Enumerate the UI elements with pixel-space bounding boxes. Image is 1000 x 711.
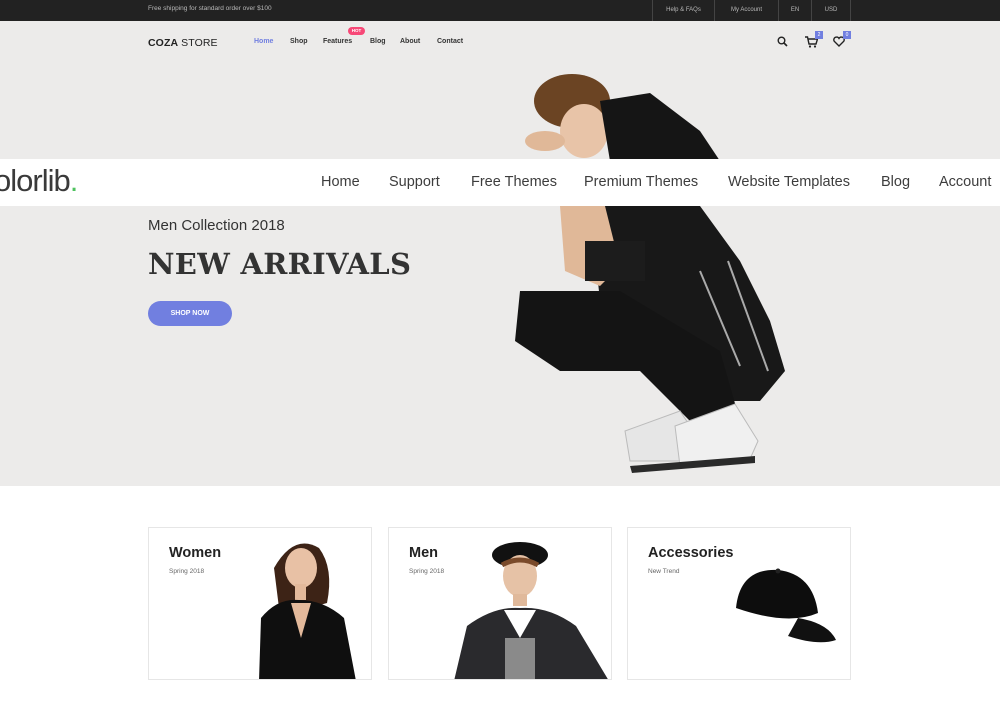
nav-shop[interactable]: Shop — [290, 38, 308, 45]
store-logo-bold: COZA — [148, 37, 179, 49]
women-model-image — [259, 543, 356, 679]
colorlib-logo-dot: . — [69, 163, 79, 198]
colorlib-nav-free-themes[interactable]: Free Themes — [471, 174, 557, 190]
accessories-cap-image — [736, 568, 836, 643]
nav-contact[interactable]: Contact — [437, 38, 463, 45]
currency-selector[interactable]: USD — [811, 0, 851, 21]
help-faqs-link[interactable]: Help & FAQs — [652, 0, 714, 21]
store-logo-rest: STORE — [178, 37, 218, 49]
category-card-women[interactable]: Women Spring 2018 — [148, 527, 372, 680]
shipping-notice: Free shipping for standard order over $1… — [148, 5, 272, 12]
hero-section: Men Collection 2018 NEW ARRIVALS SHOP NO… — [0, 21, 1000, 486]
nav-blog[interactable]: Blog — [370, 38, 386, 45]
nav-features[interactable]: Features — [323, 38, 352, 45]
wishlist-count-badge: 0 — [843, 31, 851, 39]
shop-now-button[interactable]: SHOP NOW — [148, 301, 232, 326]
hot-badge: HOT — [348, 27, 365, 35]
search-icon[interactable] — [777, 36, 788, 47]
language-selector[interactable]: EN — [778, 0, 811, 21]
colorlib-nav-premium-themes[interactable]: Premium Themes — [584, 174, 698, 190]
category-card-accessories[interactable]: Accessories New Trend — [627, 527, 851, 680]
colorlib-nav-account[interactable]: Account — [939, 174, 991, 190]
nav-home[interactable]: Home — [254, 38, 273, 45]
colorlib-nav-website-templates[interactable]: Website Templates — [728, 174, 850, 190]
store-logo[interactable]: COZA STORE — [148, 37, 218, 49]
hero-title: NEW ARRIVALS — [148, 247, 412, 281]
colorlib-logo-text: olorlib — [0, 163, 71, 198]
my-account-link[interactable]: My Account — [714, 0, 778, 21]
colorlib-logo[interactable]: olorlib. — [0, 163, 79, 199]
colorlib-nav-blog[interactable]: Blog — [881, 174, 910, 190]
men-model-image — [454, 542, 608, 679]
colorlib-nav-home[interactable]: Home — [321, 174, 360, 190]
cart-count-badge: 2 — [815, 31, 823, 39]
page: Free shipping for standard order over $1… — [0, 0, 1000, 711]
nav-about[interactable]: About — [400, 38, 420, 45]
hero-subtitle: Men Collection 2018 — [148, 217, 285, 234]
top-bar: Free shipping for standard order over $1… — [0, 0, 1000, 21]
colorlib-nav-support[interactable]: Support — [389, 174, 440, 190]
category-card-men[interactable]: Men Spring 2018 — [388, 527, 612, 680]
